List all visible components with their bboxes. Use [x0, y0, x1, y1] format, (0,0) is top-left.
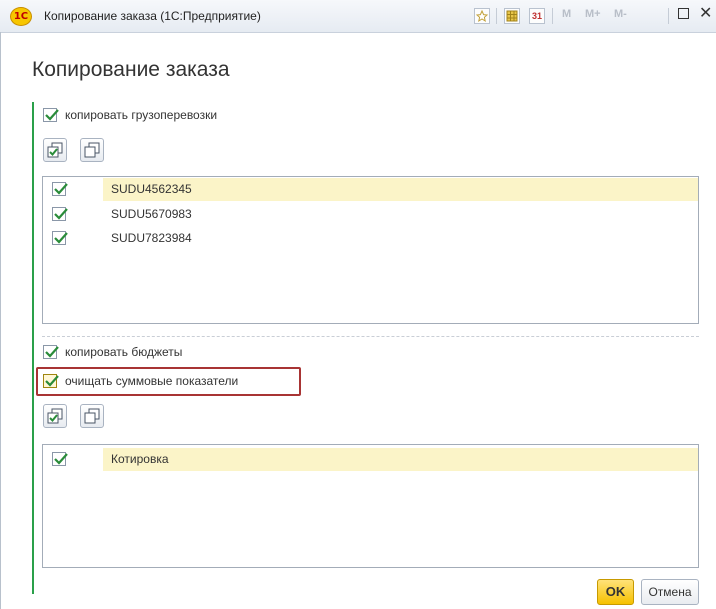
cancel-button[interactable]: Отмена: [641, 579, 699, 605]
table-row[interactable]: Котировка: [43, 448, 698, 471]
shipment-number: SUDU5670983: [111, 207, 192, 221]
budget-name: Котировка: [111, 452, 169, 466]
page-title: Копирование заказа: [32, 58, 230, 81]
title-bar: 1С Копирование заказа (1С:Предприятие) 3…: [0, 0, 716, 33]
clear-amounts-label: очищать суммовые показатели: [65, 374, 239, 388]
calendar-icon[interactable]: 31: [529, 8, 545, 24]
favorite-star-icon[interactable]: [474, 8, 490, 24]
row-checkbox[interactable]: [52, 231, 68, 245]
shipments-table[interactable]: SUDU4562345 SUDU5670983 SUDU7823984: [42, 176, 699, 324]
app-logo-icon: 1С: [10, 7, 32, 26]
check-all-button[interactable]: [43, 404, 67, 428]
table-row[interactable]: SUDU7823984: [43, 227, 698, 250]
memory-minus-button[interactable]: M-: [614, 8, 627, 20]
check-all-button[interactable]: [43, 138, 67, 162]
row-checkbox[interactable]: [52, 182, 68, 196]
window-title: Копирование заказа (1С:Предприятие): [44, 9, 261, 23]
uncheck-all-button[interactable]: [80, 138, 104, 162]
copy-shipments-label: копировать грузоперевозки: [65, 108, 218, 122]
budgets-table[interactable]: Котировка: [42, 444, 699, 568]
row-checkbox[interactable]: [52, 452, 68, 466]
copy-budgets-checkbox[interactable]: [43, 345, 59, 359]
row-checkbox[interactable]: [52, 207, 68, 221]
close-icon[interactable]: ✕: [699, 3, 712, 23]
group-accent-bar: [32, 102, 34, 594]
shipment-number: SUDU4562345: [111, 182, 192, 196]
shipment-number: SUDU7823984: [111, 231, 192, 245]
memory-m-button[interactable]: M: [562, 8, 571, 20]
copy-order-window: 1С Копирование заказа (1С:Предприятие) 3…: [0, 0, 716, 609]
copy-budgets-label: копировать бюджеты: [65, 345, 183, 359]
memory-plus-button[interactable]: M+: [585, 8, 601, 20]
uncheck-all-button[interactable]: [80, 404, 104, 428]
calculator-icon[interactable]: [504, 8, 520, 24]
clear-amounts-checkbox[interactable]: [43, 374, 59, 388]
copy-shipments-checkbox[interactable]: [43, 108, 59, 122]
window-mode-icon[interactable]: [678, 8, 689, 19]
ok-button[interactable]: OK: [597, 579, 634, 605]
table-row[interactable]: SUDU5670983: [43, 203, 698, 226]
table-row[interactable]: SUDU4562345: [43, 178, 698, 201]
section-divider: [42, 336, 699, 337]
